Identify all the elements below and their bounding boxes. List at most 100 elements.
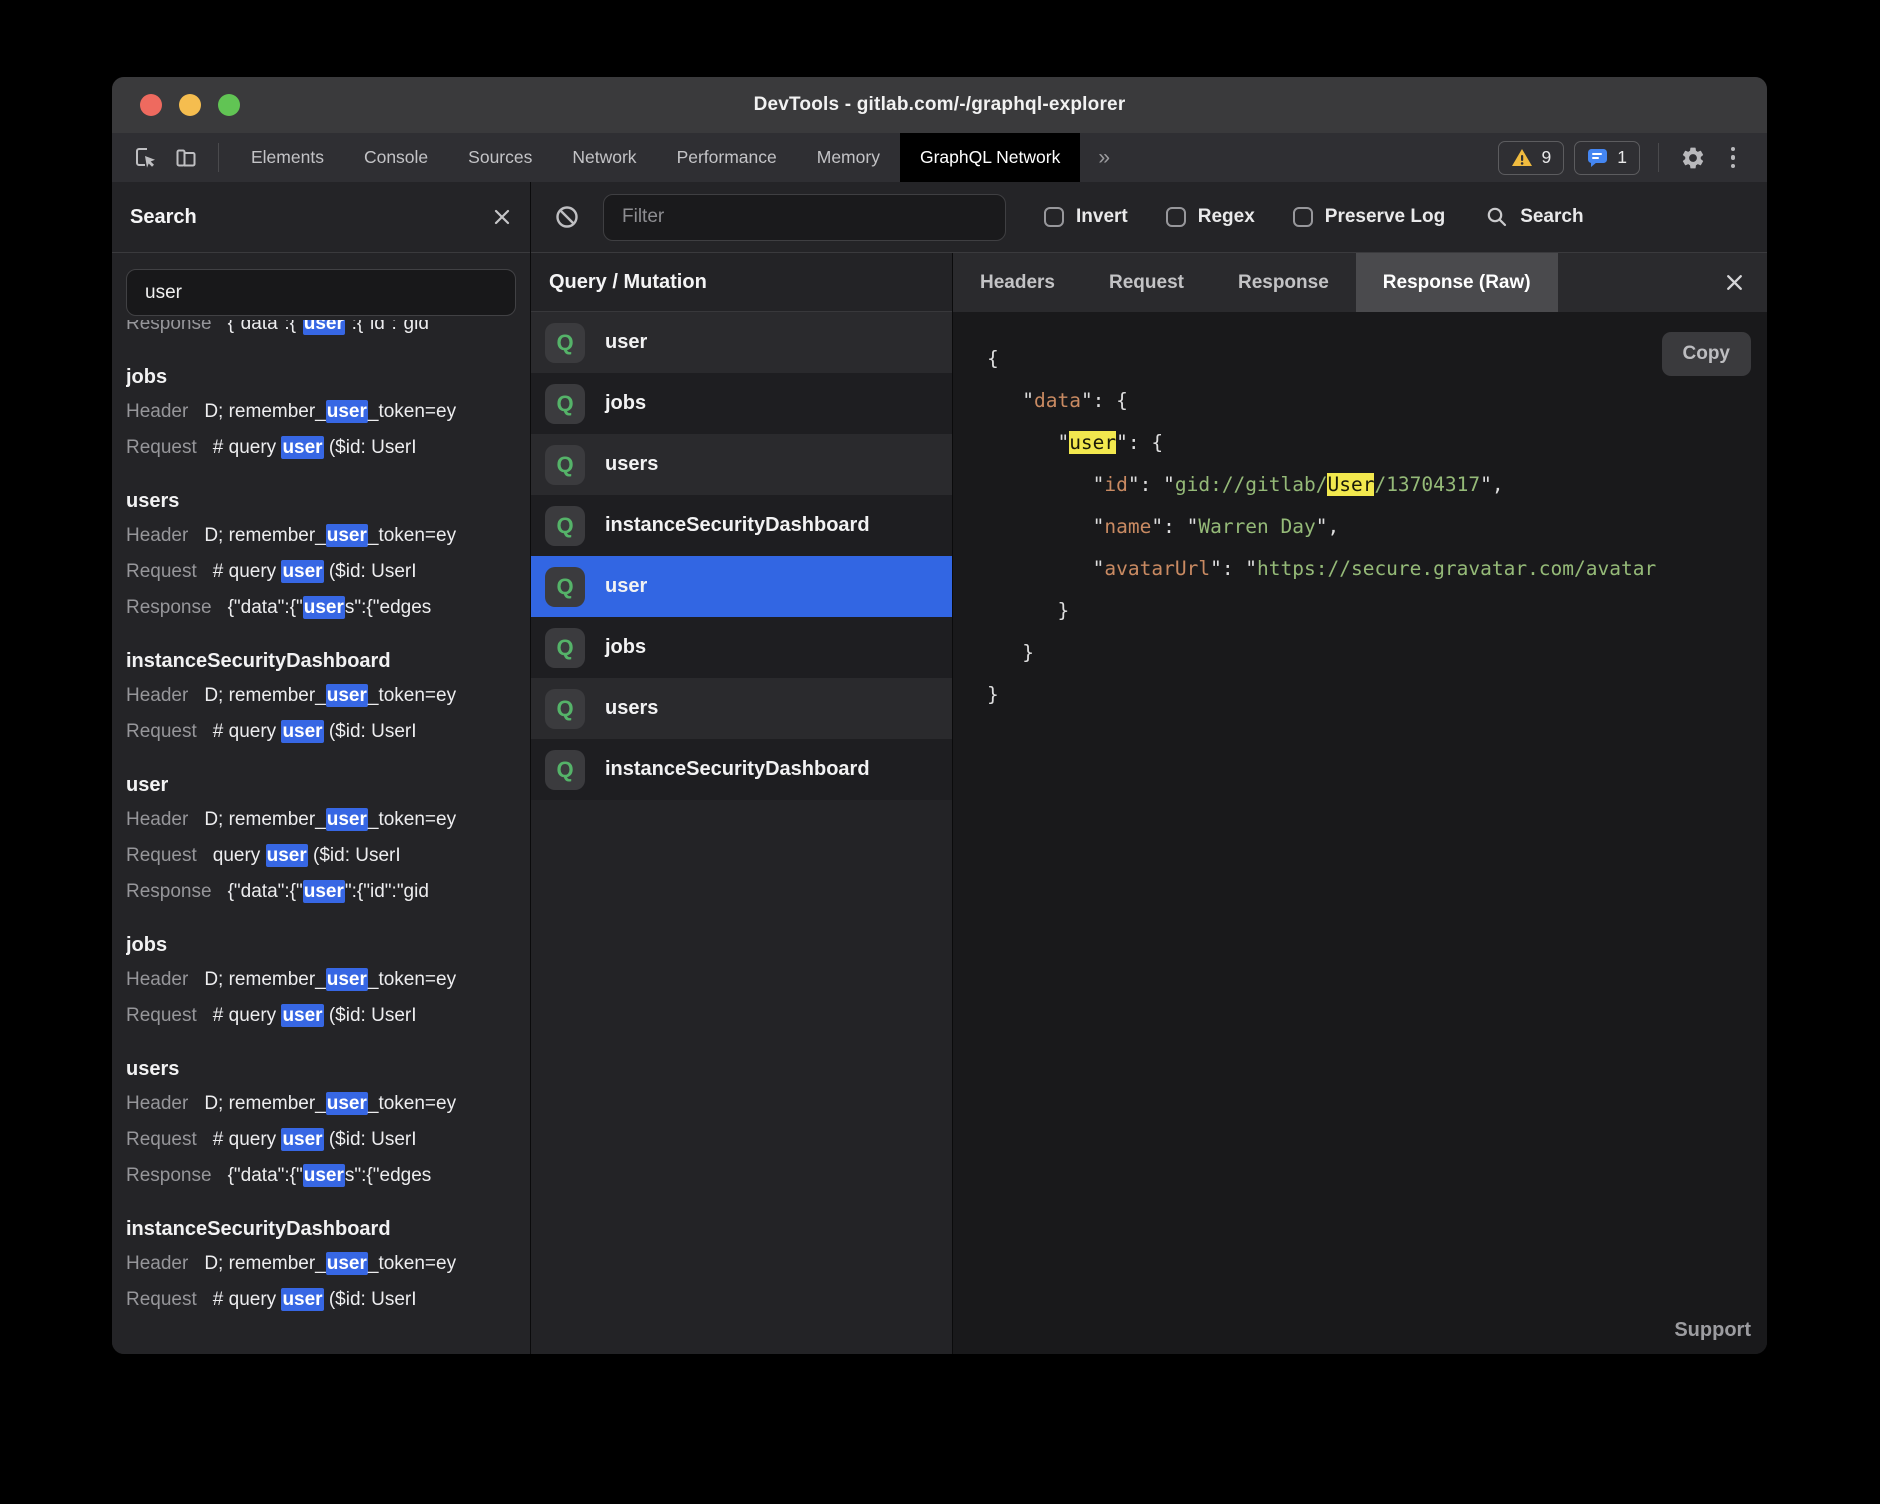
device-toolbar-icon[interactable] <box>166 133 206 182</box>
regex-checkbox-box[interactable] <box>1166 207 1186 227</box>
search-match-highlight: user <box>281 436 323 459</box>
preserve-log-checkbox-box[interactable] <box>1293 207 1313 227</box>
search-result-entry[interactable]: usersHeaderD; remember_user_token=eyRequ… <box>126 1058 516 1194</box>
tab-graphql-network[interactable]: GraphQL Network <box>900 133 1080 182</box>
search-match-highlight: user <box>303 596 345 619</box>
regex-checkbox[interactable]: Regex <box>1166 206 1255 228</box>
minimize-window-button[interactable] <box>179 94 201 116</box>
search-results-list[interactable]: Response{"data":{"user":{"id":"gid jobs He… <box>126 320 516 1354</box>
tab-performance[interactable]: Performance <box>657 133 797 182</box>
query-row-instancesecuritydashboard[interactable]: QinstanceSecurityDashboard <box>531 739 952 800</box>
result-line-content: # query user ($id: UserI <box>213 436 417 459</box>
close-window-button[interactable] <box>140 94 162 116</box>
result-line-header[interactable]: HeaderD; remember_user_token=ey <box>126 1246 516 1282</box>
query-row-user[interactable]: Quser <box>531 312 952 373</box>
result-line-response[interactable]: Response {"data":{"users":{"edges <box>126 1158 516 1194</box>
result-line-label: Header <box>126 1093 188 1114</box>
result-line-response[interactable]: Response{"data":{"user":{"id":"gid <box>126 874 516 910</box>
more-tabs-chevron[interactable]: » <box>1080 133 1128 182</box>
result-line-request[interactable]: Request# query user ($id: UserI <box>126 1282 516 1318</box>
result-line-label: Response <box>126 1165 212 1186</box>
query-row-users[interactable]: Qusers <box>531 434 952 495</box>
search-panel-close-icon[interactable] <box>492 207 512 227</box>
filter-input[interactable] <box>603 194 1006 241</box>
search-match-highlight: user <box>326 968 368 991</box>
search-result-entry[interactable]: userHeaderD; remember_user_token=eyReque… <box>126 774 516 910</box>
search-panel-body: Response{"data":{"user":{"id":"gid jobs He… <box>112 253 530 1354</box>
tab-memory[interactable]: Memory <box>797 133 900 182</box>
support-link[interactable]: Support <box>1674 1319 1751 1342</box>
search-input[interactable] <box>126 269 516 316</box>
result-line-header[interactable]: HeaderD; remember_user_token=ey <box>126 394 516 430</box>
result-operation-name: jobs <box>126 366 516 389</box>
result-operation-name: instanceSecurityDashboard <box>126 1218 516 1241</box>
result-line-header[interactable]: HeaderD; remember_user_token=ey <box>126 802 516 838</box>
messages-badge[interactable]: 1 <box>1574 141 1640 175</box>
tab-elements[interactable]: Elements <box>231 133 344 182</box>
result-line-request[interactable]: Request# query user ($id: UserI <box>126 714 516 750</box>
invert-checkbox-box[interactable] <box>1044 207 1064 227</box>
response-tab-response-raw[interactable]: Response (Raw) <box>1356 253 1558 312</box>
query-type-icon: Q <box>545 689 585 729</box>
kebab-menu-icon[interactable] <box>1713 133 1753 182</box>
code-line: { <box>987 338 1767 380</box>
search-result-entry[interactable]: instanceSecurityDashboardHeaderD; rememb… <box>126 650 516 750</box>
query-type-icon: Q <box>545 506 585 546</box>
preserve-log-checkbox[interactable]: Preserve Log <box>1293 206 1445 228</box>
query-list-panel: Query / Mutation QuserQjobsQusersQinstan… <box>531 253 953 1354</box>
result-line-label: Header <box>126 401 188 422</box>
code-line: "user": { <box>987 422 1767 464</box>
query-row-jobs[interactable]: Qjobs <box>531 617 952 678</box>
search-result-entry[interactable]: instanceSecurityDashboard HeaderD; rememb… <box>126 1218 516 1318</box>
result-line-request[interactable]: Request# query user ($id: UserI <box>126 998 516 1034</box>
search-result-entry[interactable]: usersHeaderD; remember_user_token=eyRequ… <box>126 490 516 626</box>
query-row-instancesecuritydashboard[interactable]: QinstanceSecurityDashboard <box>531 495 952 556</box>
query-type-icon: Q <box>545 384 585 424</box>
result-line-request[interactable]: Requestquery user ($id: UserI <box>126 838 516 874</box>
result-line-content: {"data":{"users":{"edges <box>228 1164 432 1187</box>
network-content: Query / Mutation QuserQjobsQusersQinstan… <box>531 253 1767 1354</box>
window-titlebar[interactable]: DevTools - gitlab.com/-/graphql-explorer <box>112 77 1767 133</box>
result-line-header[interactable]: HeaderD; remember_user_token=ey <box>126 518 516 554</box>
search-result-entry[interactable]: Response{"data":{"user":{"id":"gid <box>126 320 516 342</box>
invert-checkbox[interactable]: Invert <box>1044 206 1128 228</box>
devtools-main: Search Response{"data":{"user":{"id":"gi… <box>112 182 1767 1354</box>
result-line-request[interactable]: Request# query user ($id: UserI <box>126 430 516 466</box>
result-line-header[interactable]: HeaderD; remember_user_token=ey <box>126 678 516 714</box>
query-row-user[interactable]: Quser <box>531 556 952 617</box>
search-result-entry[interactable]: jobs HeaderD; remember_user_token=eyReque… <box>126 366 516 466</box>
result-line-request[interactable]: Request# query user ($id: UserI <box>126 1122 516 1158</box>
result-line-header[interactable]: HeaderD; remember_user_token=ey <box>126 962 516 998</box>
search-match-highlight: user <box>326 808 368 831</box>
warning-count: 9 <box>1542 147 1552 168</box>
block-requests-icon[interactable] <box>547 203 587 231</box>
query-row-users[interactable]: Qusers <box>531 678 952 739</box>
response-tab-headers[interactable]: Headers <box>953 253 1082 312</box>
message-icon <box>1587 148 1608 168</box>
query-list[interactable]: QuserQjobsQusersQinstanceSecurityDashboa… <box>531 312 952 800</box>
desktop-background: DevTools - gitlab.com/-/graphql-explorer… <box>0 0 1880 1504</box>
tab-network[interactable]: Network <box>552 133 656 182</box>
result-line-label: Response <box>126 597 212 618</box>
response-panel-close-icon[interactable] <box>1702 253 1767 312</box>
warnings-badge[interactable]: 9 <box>1498 141 1565 175</box>
result-line-response[interactable]: Response{"data":{"users":{"edges <box>126 590 516 626</box>
query-row-jobs[interactable]: Qjobs <box>531 373 952 434</box>
zoom-window-button[interactable] <box>218 94 240 116</box>
response-tab-response[interactable]: Response <box>1211 253 1356 312</box>
copy-button[interactable]: Copy <box>1662 332 1752 376</box>
result-line-response[interactable]: Response{"data":{"user":{"id":"gid <box>126 320 516 342</box>
result-line-header[interactable]: HeaderD; remember_user_token=ey <box>126 1086 516 1122</box>
response-tab-request[interactable]: Request <box>1082 253 1211 312</box>
result-line-request[interactable]: Request# query user ($id: UserI <box>126 554 516 590</box>
tab-console[interactable]: Console <box>344 133 448 182</box>
toolbar-search-button[interactable]: Search <box>1485 205 1583 229</box>
search-result-entry[interactable]: jobsHeaderD; remember_user_token=eyReque… <box>126 934 516 1034</box>
settings-gear-icon[interactable] <box>1673 133 1713 182</box>
search-match-highlight: user <box>281 720 323 743</box>
network-column: Invert Regex Preserve Log <box>531 182 1767 1354</box>
result-line-label: Request <box>126 1289 197 1310</box>
tab-sources[interactable]: Sources <box>448 133 552 182</box>
code-line: } <box>987 590 1767 632</box>
inspect-element-icon[interactable] <box>126 133 166 182</box>
